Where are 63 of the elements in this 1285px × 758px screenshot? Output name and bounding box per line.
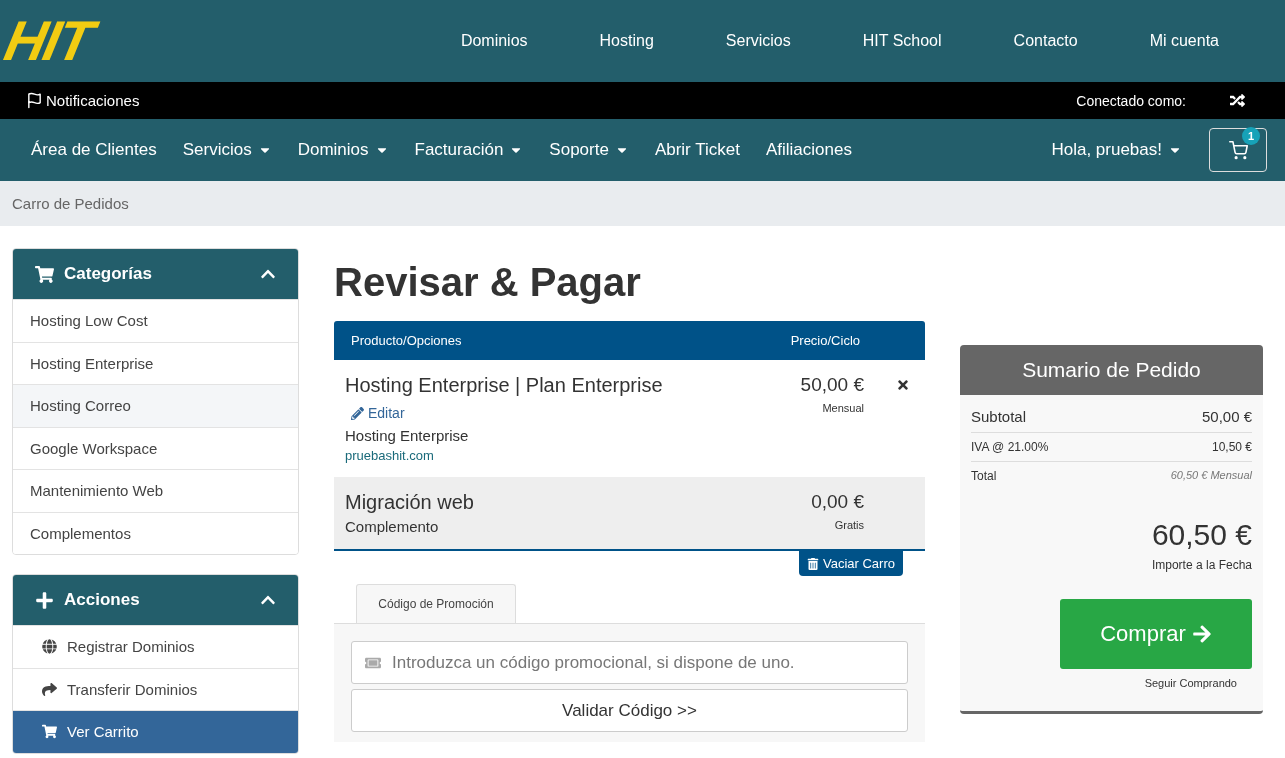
header-link[interactable]: Hosting: [563, 32, 690, 50]
nav-item[interactable]: Soporte: [536, 140, 642, 160]
nav-item[interactable]: Dominios: [284, 140, 402, 160]
continue-shopping-link[interactable]: Seguir Comprando: [1144, 677, 1237, 689]
nav-item[interactable]: Facturación: [401, 140, 537, 160]
nav-item[interactable]: Afiliaciones: [752, 140, 865, 160]
globe-icon: [42, 639, 57, 655]
close-icon[interactable]: [896, 378, 910, 392]
trash-icon: [807, 557, 819, 570]
header-link[interactable]: Dominios: [424, 32, 564, 50]
cart-count: 1: [1242, 127, 1260, 145]
sidebar-item[interactable]: Complementos: [13, 511, 298, 554]
nav-item[interactable]: Abrir Ticket: [641, 140, 753, 160]
summary-value: 10,50 €: [1211, 440, 1252, 454]
header-link[interactable]: Mi cuenta: [1113, 32, 1255, 50]
connected-label: Conectado como:: [1076, 92, 1186, 109]
arrow-right-icon: [1191, 624, 1212, 644]
price: 0,00 €: [811, 491, 864, 513]
summary-label: IVA @ 21.00%: [971, 440, 1049, 454]
product-group: Complemento: [345, 518, 724, 535]
notifications-link[interactable]: Notificaciones: [46, 92, 140, 109]
page-title: Revisar & Pagar: [334, 260, 642, 305]
header-link[interactable]: HIT School: [826, 32, 978, 50]
product-name: Migración web: [345, 491, 475, 514]
summary-value: 60,50 € Mensual: [1170, 469, 1252, 483]
header-link[interactable]: Servicios: [689, 32, 827, 50]
summary-label: Subtotal: [971, 408, 1027, 425]
breadcrumb[interactable]: Carro de Pedidos: [12, 195, 129, 212]
promo-tab[interactable]: Código de Promoción: [356, 584, 516, 623]
billing-cycle: Mensual: [822, 402, 864, 414]
product-name: Hosting Enterprise | Plan Enterprise: [345, 374, 664, 397]
summary-title: Sumario de Pedido: [960, 345, 1263, 395]
price: 50,00 €: [800, 374, 864, 396]
panel-header[interactable]: Categorías: [13, 249, 298, 299]
flag-icon: [26, 92, 43, 109]
promo-code-field[interactable]: Introduzca un código promocional, si dispone de uno.: [351, 641, 908, 684]
billing-cycle: Gratis: [834, 519, 864, 531]
validate-button[interactable]: Validar Código >>: [351, 689, 908, 732]
plus-icon: [35, 590, 54, 610]
total-amount: 60,50 €: [1151, 518, 1252, 552]
sidebar-item[interactable]: Hosting Correo: [13, 384, 298, 427]
total-label: Importe a la Fecha: [1151, 558, 1252, 572]
column-header: Producto/Opciones: [351, 333, 462, 348]
nav-item[interactable]: Área de Clientes: [18, 140, 170, 160]
summary-label: Total: [971, 469, 997, 483]
panel-header[interactable]: Acciones: [13, 575, 298, 625]
shuffle-icon[interactable]: [1230, 93, 1245, 108]
product-group: Hosting Enterprise: [345, 427, 724, 444]
cart-icon: [42, 724, 57, 740]
header-link[interactable]: Contacto: [977, 32, 1114, 50]
nav-item[interactable]: Servicios: [169, 140, 285, 160]
cart-icon: [1228, 140, 1248, 160]
summary-value: 50,00 €: [1201, 408, 1252, 425]
share-icon: [42, 681, 57, 697]
user-menu[interactable]: Hola, pruebas!: [1038, 140, 1195, 160]
domain-text: pruebashit.com: [345, 448, 435, 463]
cart-icon: [35, 264, 54, 284]
ticket-icon: [365, 655, 381, 671]
edit-link[interactable]: Editar: [351, 405, 405, 421]
sidebar-item[interactable]: Ver Carrito: [13, 710, 298, 753]
column-header: Precio/Ciclo: [790, 333, 860, 348]
pencil-icon: [351, 406, 364, 420]
empty-cart-button[interactable]: Vaciar Carro: [799, 551, 903, 576]
